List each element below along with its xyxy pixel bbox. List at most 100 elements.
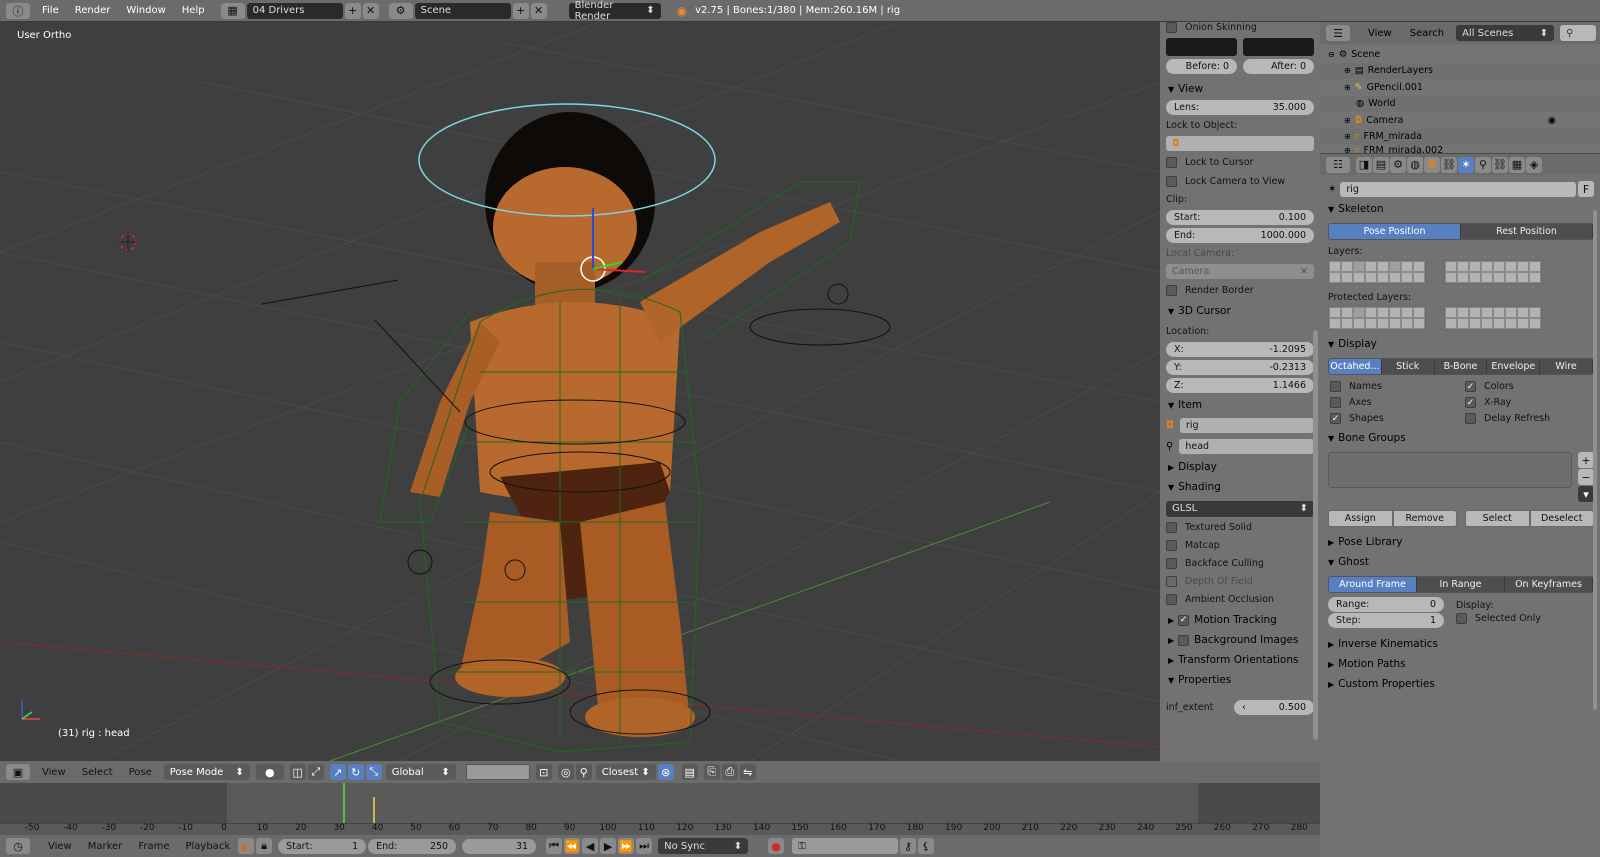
menu-render[interactable]: Render (67, 5, 119, 16)
prev-keyframe-icon[interactable]: ⏪ (564, 838, 581, 854)
names-checkbox[interactable] (1330, 381, 1341, 392)
cursor-y-field[interactable]: Y: -0.2313 (1166, 360, 1314, 375)
bone-groups-list[interactable] (1328, 452, 1572, 488)
visibility-eye-icon[interactable]: ◉ (1548, 115, 1556, 126)
bone-constraints-tab-icon[interactable]: ⛓ (1492, 156, 1508, 173)
expand-icon[interactable]: ⊕ (1344, 132, 1351, 141)
lock-frame-icon[interactable]: 🔒︎ (256, 838, 273, 854)
matcap-checkbox[interactable] (1166, 540, 1177, 551)
scene-icon[interactable]: ⚙ (388, 2, 413, 19)
menu-pose[interactable]: Pose (129, 767, 152, 778)
scene-selector[interactable]: Scene (414, 2, 511, 19)
shading-mode-select[interactable]: GLSL ⬍ (1166, 500, 1314, 517)
motion-paths-header[interactable]: ▶ Motion Paths (1320, 654, 1600, 674)
scene-tab-icon[interactable]: ⚙ (1390, 156, 1406, 173)
npanel-scrollbar[interactable] (1313, 330, 1318, 740)
item-panel-header[interactable]: ▼ Item (1160, 395, 1320, 415)
decrement-icon[interactable]: ‹ (1242, 702, 1246, 713)
world-tab-icon[interactable]: ◍ (1407, 156, 1423, 173)
before-field[interactable]: Before: 0 (1166, 59, 1237, 74)
ghost-header[interactable]: ▼ Ghost (1320, 552, 1600, 572)
custom-properties-header[interactable]: ▶ Custom Properties (1320, 674, 1600, 694)
textured-solid-checkbox[interactable] (1166, 522, 1177, 533)
physics-tab-icon[interactable]: ◈ (1526, 156, 1542, 173)
ghost-step-field[interactable]: Step: 1 (1328, 613, 1444, 628)
selected-only-checkbox[interactable] (1456, 613, 1467, 624)
manipulator-toggle-icon[interactable]: ⤢ (307, 764, 324, 780)
bone-tab-icon[interactable]: ⚲ (1475, 156, 1491, 173)
expand-icon[interactable]: ⊕ (1344, 83, 1351, 92)
outliner-row-gpencil[interactable]: ⊕ ✎ GPencil.001 (1320, 79, 1600, 96)
envelope-button[interactable]: Envelope (1487, 359, 1541, 374)
motion-tracking-checkbox[interactable]: ✓ (1178, 614, 1190, 626)
jump-end-icon[interactable]: ⏭ (636, 838, 653, 854)
ao-checkbox[interactable] (1166, 594, 1177, 605)
ik-header[interactable]: ▶ Inverse Kinematics (1320, 634, 1600, 654)
remove-scene-button[interactable]: ✕ (530, 2, 547, 19)
bone-layers-b[interactable] (1444, 260, 1542, 284)
octahedral-button[interactable]: Octahed... (1329, 359, 1382, 374)
rest-position-button[interactable]: Rest Position (1461, 224, 1593, 239)
add-layout-button[interactable]: + (344, 2, 361, 19)
dof-checkbox[interactable] (1166, 576, 1177, 587)
snap-icon[interactable]: ⚲ (575, 764, 592, 780)
timeline-area[interactable]: -50 -40 -30 -20 -10 0 10 20 30 40 50 60 70 80 90 100 110… (0, 783, 1320, 835)
display-mode-select[interactable]: All Scenes ⬍ (1456, 25, 1555, 41)
current-frame-field[interactable]: 31 (462, 838, 537, 854)
opengl-render-icon[interactable]: ▤ (681, 764, 698, 780)
menu-view[interactable]: View (1368, 28, 1392, 39)
shapes-checkbox[interactable]: ✓ (1330, 413, 1341, 424)
view-panel-header[interactable]: ▼ View (1160, 79, 1320, 99)
pose-position-button[interactable]: Pose Position (1329, 224, 1461, 239)
snap-target-select[interactable]: Closest ⬍ (595, 764, 656, 780)
onion-skinning-checkbox[interactable] (1166, 22, 1177, 33)
outliner-row-world[interactable]: ◍ World (1320, 95, 1600, 112)
jump-start-icon[interactable]: ⏮ (546, 838, 563, 854)
background-images-checkbox[interactable] (1178, 634, 1190, 646)
bone-groups-header[interactable]: ▼ Bone Groups (1320, 428, 1600, 448)
render-tab-icon[interactable]: ◨ (1356, 156, 1372, 173)
background-images-header[interactable]: ▶ Background Images (1160, 630, 1320, 650)
cursor-x-field[interactable]: X: -1.2095 (1166, 342, 1314, 357)
editor-type-icon[interactable]: ☷ (1326, 156, 1350, 173)
lock-layers-icon[interactable]: ⊡ (535, 764, 552, 780)
menu-file[interactable]: File (34, 5, 67, 16)
before-color[interactable] (1166, 38, 1237, 56)
bbone-button[interactable]: B-Bone (1434, 359, 1488, 374)
3d-viewport[interactable]: User Ortho (31) rig : head (0, 22, 1160, 761)
colors-checkbox[interactable]: ✓ (1465, 381, 1476, 392)
protected-layers-b[interactable] (1444, 306, 1542, 330)
translate-icon[interactable]: ↗ (329, 764, 346, 780)
rotate-icon[interactable]: ↻ (347, 764, 364, 780)
viewport-shading-icon[interactable]: ● (255, 764, 284, 780)
clip-end-field[interactable]: End: 1000.000 (1166, 228, 1314, 243)
texture-tab-icon[interactable]: ▦ (1509, 156, 1525, 173)
on-keyframes-button[interactable]: On Keyframes (1505, 577, 1593, 592)
layer-buttons[interactable] (465, 764, 530, 780)
paste-pose-icon[interactable]: ⎙ (721, 764, 738, 780)
around-frame-button[interactable]: Around Frame (1329, 577, 1417, 592)
outliner-row-camera[interactable]: ⊕ ◘ Camera ◉ (1320, 112, 1600, 129)
ghost-range-field[interactable]: Range: 0 (1328, 597, 1444, 612)
armature-name-field[interactable]: rig (1340, 181, 1576, 197)
remove-button[interactable]: Remove (1392, 510, 1457, 527)
play-reverse-icon[interactable]: ◀ (582, 838, 599, 854)
play-icon[interactable]: ▶ (600, 838, 617, 854)
copy-pose-icon[interactable]: ⎘ (703, 764, 720, 780)
keying-set-field[interactable]: ⚿ (792, 838, 899, 854)
layout-selector[interactable]: 04 Drivers (246, 2, 343, 19)
sync-mode-select[interactable]: No Sync ⬍ (658, 838, 749, 854)
constraints-tab-icon[interactable]: ⛓ (1441, 156, 1457, 173)
info-editor-icon[interactable]: ⓘ (6, 2, 30, 19)
next-keyframe-icon[interactable]: ⏩ (618, 838, 635, 854)
bone-layers-a[interactable] (1328, 260, 1426, 284)
outliner-row-renderlayers[interactable]: ⊕ ▤ RenderLayers (1320, 62, 1600, 79)
end-frame-field[interactable]: End: 250 (368, 838, 457, 854)
xray-checkbox[interactable]: ✓ (1465, 397, 1476, 408)
pose-library-header[interactable]: ▶ Pose Library (1320, 532, 1600, 552)
snap-align-icon[interactable]: ⊛ (657, 764, 674, 780)
display-panel-header[interactable]: ▶ Display (1160, 457, 1320, 477)
backface-checkbox[interactable] (1166, 558, 1177, 569)
stick-button[interactable]: Stick (1381, 359, 1435, 374)
lens-field[interactable]: Lens: 35.000 (1166, 100, 1314, 115)
